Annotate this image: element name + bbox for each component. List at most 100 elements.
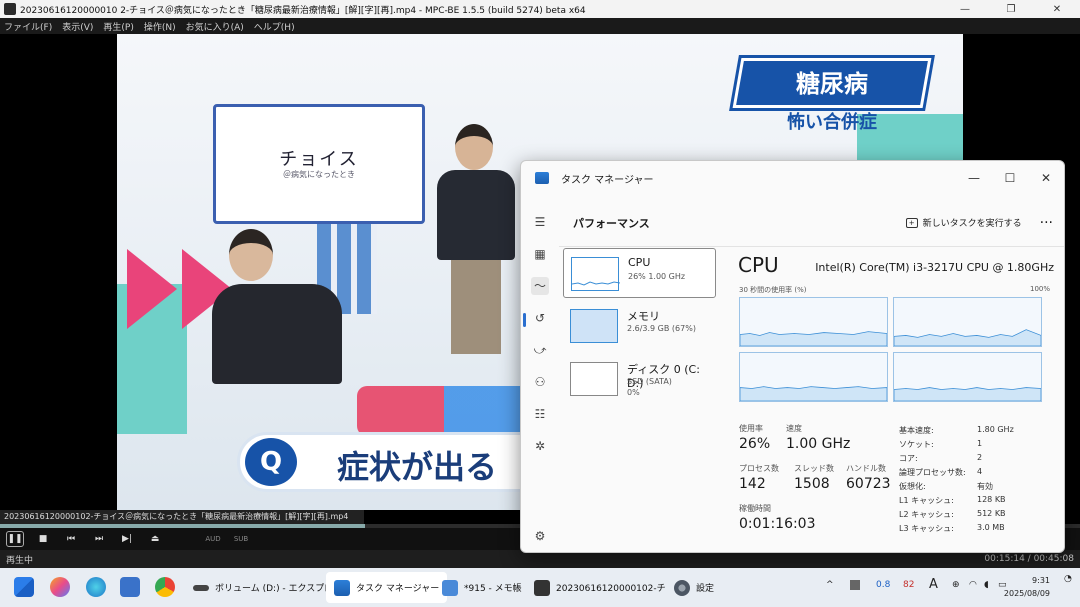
notepad-icon [442,579,458,596]
clock-date: 2025/08/09 [1003,589,1050,598]
settings-gear-icon[interactable]: ⚙ [531,527,549,545]
clock[interactable]: 9:31 2025/08/09 [1004,574,1050,600]
copilot-icon[interactable] [50,577,70,597]
cpu-core-graph [893,352,1042,402]
resource-cpu[interactable]: CPU 26% 1.00 GHz [563,248,716,298]
mpc-app-icon [534,579,550,596]
store-icon[interactable] [120,577,140,597]
cpu-specs: 基本速度: 1.80 GHz ソケット: 1 コア: 2 論理プロセッサ数: 4 仮想化… [899,425,1059,537]
spec-value: 1 [977,439,983,448]
stat-label: ハンドル数 [846,464,886,473]
menu-navigate[interactable]: 操作(N) [144,20,176,33]
spec-key: L1 キャッシュ: [899,496,954,505]
volume-icon[interactable]: ◖ [984,580,989,590]
app-history-icon[interactable]: ↺ [531,309,549,327]
taskbar-app-notepad[interactable]: *915 - メモ帳 [434,572,530,603]
stop-icon[interactable]: ■ [34,531,52,547]
filename-tooltip: 20230616120000102-チョイス＠病気になったとき「糖尿病最新治療情… [0,510,364,524]
start-icon[interactable] [14,577,34,597]
performance-icon[interactable]: 〜 [531,277,549,295]
stat-threads: スレッド数 1508 [794,463,834,492]
cpu-model: Intel(R) Core(TM) i3-3217U CPU @ 1.80GHz [815,261,1054,274]
language-icon[interactable]: ⊕ [952,580,960,590]
tray-temp-value[interactable]: 82 [903,580,914,590]
resource-sub: 26% 1.00 GHz [628,272,686,281]
close-button[interactable]: ✕ [1034,0,1080,18]
spec-value: 512 KB [977,509,1006,518]
resource-disk[interactable]: ディスク 0 (C: D:) SSD (SATA) 0% [563,354,716,404]
audio-track-button[interactable]: AUD [204,531,222,547]
graph-max: 100% [1029,285,1050,293]
tm-maximize-button[interactable]: ☐ [992,171,1028,185]
eject-icon[interactable]: ⏏ [146,531,164,547]
tray-app-icon[interactable] [850,580,860,590]
board-title: チョイス [279,149,359,170]
ime-indicator[interactable]: A [929,577,938,592]
services-icon[interactable]: ✲ [531,437,549,455]
menu-view[interactable]: 表示(V) [62,20,93,33]
spec-key: 基本速度: [899,426,934,435]
spec-value: 3.0 MB [977,523,1005,532]
menu-play[interactable]: 再生(P) [103,20,133,33]
spec-key: L2 キャッシュ: [899,510,954,519]
taskbar-app-mpc[interactable]: 20230616120000102-チ [526,572,674,603]
tm-window-title: タスク マネージャー [561,174,654,186]
run-new-task-button[interactable]: + 新しいタスクを実行する [905,216,1022,229]
taskbar-app-label: タスク マネージャー [356,584,440,594]
wifi-icon[interactable]: ◠ [969,580,977,590]
resource-memory[interactable]: メモリ 2.6/3.9 GB (67%) [563,301,716,351]
tm-close-button[interactable]: ✕ [1028,171,1064,185]
memory-sparkline [570,309,618,343]
maximize-button[interactable]: ❐ [988,0,1034,18]
edge-icon[interactable] [86,577,106,597]
taskbar-app-settings[interactable]: 設定 [666,572,722,603]
taskbar-app-label: 設定 [696,584,715,594]
processes-icon[interactable]: ▦ [531,245,549,263]
chevron-up-icon[interactable]: ^ [826,580,834,590]
player-titlebar: 20230616120000010 2-チョイス＠病気になったとき「糖尿病最新治… [0,0,1080,18]
standing-presenter [437,124,517,364]
spec-key: 論理プロセッサ数: [899,468,966,477]
resource-name: メモリ [627,310,660,323]
cpu-core-graph [893,297,1042,347]
stat-value: 1.00 GHz [786,436,851,452]
startup-apps-icon[interactable]: ⤻ [531,341,549,359]
tm-minimize-button[interactable]: — [956,171,992,185]
run-task-icon: + [905,217,918,228]
tray-gpu-value[interactable]: 0.8 [876,580,890,590]
next-icon[interactable]: ⏭ [90,531,108,547]
run-new-task-label: 新しいタスクを実行する [922,219,1022,229]
subtitle-track-button[interactable]: SUB [232,531,250,547]
menu-file[interactable]: ファイル(F) [4,20,52,33]
notification-bell-icon[interactable]: ◔ [1064,574,1072,584]
tm-titlebar: タスク マネージャー — ☐ ✕ [521,161,1064,195]
stat-value: 60723 [846,476,891,492]
playback-state: 再生中 [6,555,34,566]
tm-nav: ☰ ▦ 〜 ↺ ⤻ ⚇ ☷ ✲ ⚙ [521,195,559,552]
hamburger-icon[interactable]: ☰ [531,213,549,231]
stat-speed: 速度 1.00 GHz [786,423,850,452]
graph-label: 30 秒間の使用率 (%) [739,286,807,294]
seated-presenter [212,229,342,389]
users-icon[interactable]: ⚇ [531,373,549,391]
previous-icon[interactable]: ⏮ [62,531,80,547]
disk-sparkline [570,362,618,396]
frame-step-icon[interactable]: ▶| [118,531,136,547]
details-icon[interactable]: ☷ [531,405,549,423]
drive-icon [193,584,209,591]
nav-selection-indicator [523,313,526,327]
settings-gear-icon [674,579,690,596]
stat-label: スレッド数 [794,464,834,473]
clock-time: 9:31 [1032,576,1050,585]
resource-sub: 2.6/3.9 GB (67%) [627,324,696,333]
topic-badge-text: 糖尿病 [796,70,868,98]
player-window-title: 20230616120000010 2-チョイス＠病気になったとき「糖尿病最新治… [20,5,586,16]
menu-help[interactable]: ヘルプ(H) [254,20,295,33]
taskbar-app-taskmgr[interactable]: タスク マネージャー [326,572,448,603]
pause-icon[interactable]: ❚❚ [6,531,24,547]
stat-handles: ハンドル数 60723 [846,463,891,492]
minimize-button[interactable]: — [942,0,988,18]
chrome-icon[interactable] [155,577,175,597]
more-options-button[interactable]: ··· [1040,215,1053,231]
menu-favorites[interactable]: お気に入り(A) [186,20,244,33]
